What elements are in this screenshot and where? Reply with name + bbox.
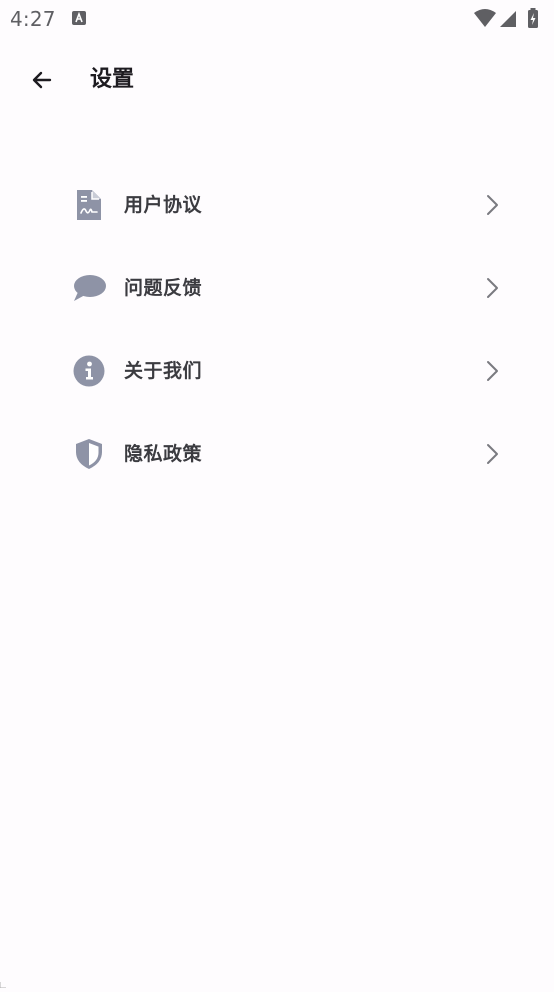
chevron-right-icon [480, 276, 504, 300]
status-time: 4:27 [10, 7, 56, 31]
menu-item-label: 隐私政策 [124, 443, 203, 465]
menu-item-about-us[interactable]: 关于我们 [60, 330, 516, 413]
corner-mark [0, 973, 6, 989]
info-icon [72, 354, 106, 388]
chevron-right-icon [480, 193, 504, 217]
menu-item-label: 用户协议 [124, 194, 203, 216]
app-bar: 设置 [0, 50, 554, 110]
wifi-icon [474, 9, 496, 27]
chevron-right-icon [480, 442, 504, 466]
battery-charging-icon [528, 8, 538, 28]
menu-item-feedback[interactable]: 问题反馈 [60, 247, 516, 330]
signal-icon [500, 11, 516, 27]
menu-item-label: 关于我们 [124, 360, 203, 382]
menu-item-privacy-policy[interactable]: 隐私政策 [60, 413, 516, 496]
shield-icon [72, 437, 106, 471]
status-bar: 4:27 [0, 0, 554, 38]
chevron-right-icon [480, 359, 504, 383]
status-icons [474, 8, 546, 30]
chat-bubble-icon [72, 271, 106, 305]
document-signature-icon [72, 188, 106, 222]
arrow-back-icon [32, 71, 52, 89]
a-notification-icon [72, 11, 86, 25]
menu-item-user-agreement[interactable]: 用户协议 [60, 164, 516, 247]
menu-item-label: 问题反馈 [124, 277, 203, 299]
back-button[interactable] [18, 56, 66, 104]
page-title: 设置 [90, 67, 135, 92]
